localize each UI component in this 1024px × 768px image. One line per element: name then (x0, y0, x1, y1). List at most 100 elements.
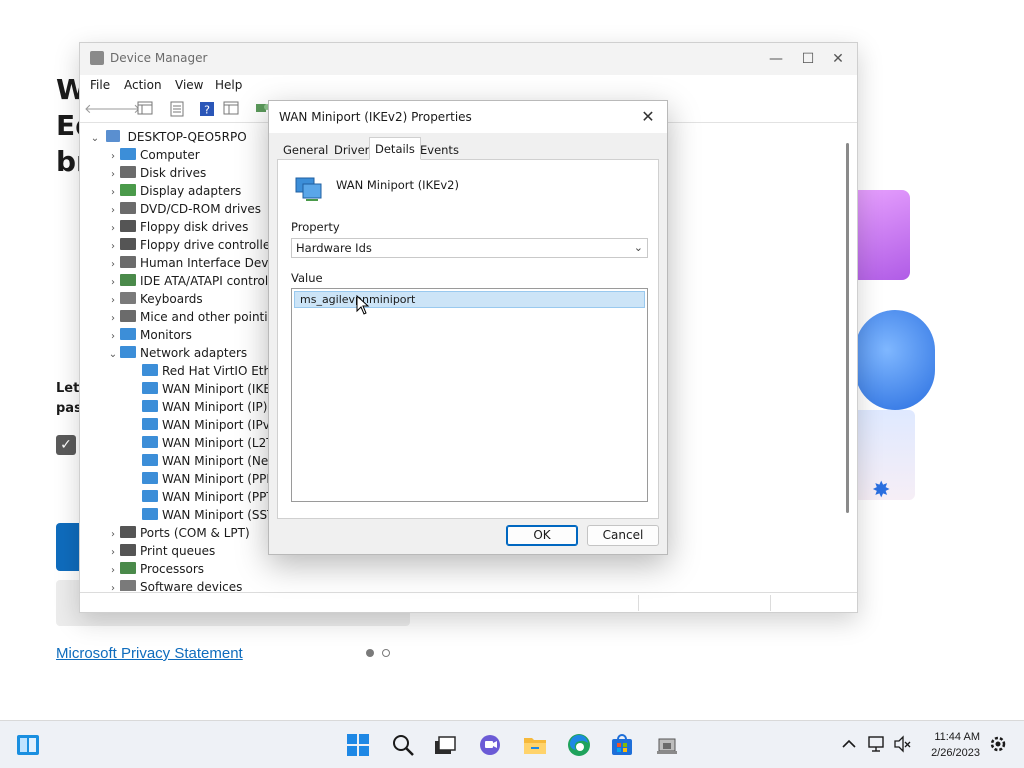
carousel-dot[interactable] (382, 649, 390, 657)
tree-item[interactable]: › Monitors (106, 326, 192, 344)
start-icon[interactable] (346, 733, 370, 757)
edge-browser-icon[interactable] (567, 733, 591, 757)
processor-icon (120, 562, 136, 574)
port-icon (120, 526, 136, 538)
menu-bar: File Action View Help (80, 75, 857, 97)
tree-item[interactable]: › Display adapters (106, 182, 241, 200)
tree-item[interactable]: › Processors (106, 560, 204, 578)
maximize-button[interactable]: ☐ (793, 49, 823, 69)
notification-settings-icon[interactable] (988, 734, 1012, 758)
tree-root[interactable]: ⌄ DESKTOP-QEO5RPO (88, 128, 247, 146)
search-icon[interactable] (391, 733, 415, 757)
tree-item[interactable]: › Keyboards (106, 290, 203, 308)
help-icon[interactable]: ? (198, 101, 216, 119)
network-adapter-icon (142, 382, 158, 394)
network-adapter-icon (142, 400, 158, 412)
network-adapter-icon (142, 490, 158, 502)
expand-chevron-icon[interactable]: › (106, 580, 120, 591)
collapse-chevron-icon[interactable]: ⌄ (88, 130, 102, 148)
property-dropdown[interactable]: Hardware Ids ⌄ (291, 238, 648, 258)
tree-item[interactable]: Red Hat VirtIO Ethern (126, 362, 291, 380)
clock[interactable]: 11:44 AM 2/26/2023 (931, 729, 980, 761)
forward-arrow-icon[interactable]: 🡒 (106, 101, 141, 119)
tree-item[interactable]: › Disk drives (106, 164, 206, 182)
tree-item[interactable]: WAN Miniport (PPTP (126, 488, 281, 506)
floppy-disk-icon (120, 220, 136, 232)
dialog-titlebar[interactable]: WAN Miniport (IKEv2) Properties ✕ (269, 101, 667, 133)
back-arrow-icon[interactable]: 🡐 (84, 101, 119, 119)
tree-item[interactable]: › Software devices (106, 578, 242, 591)
tree-item[interactable]: › Mice and other pointing (106, 308, 283, 326)
tree-item-label: Floppy drive controllers (140, 238, 282, 252)
display-adapter-icon (120, 184, 136, 196)
clock-date: 2/26/2023 (931, 747, 980, 759)
tree-item[interactable]: › DVD/CD-ROM drives (106, 200, 261, 218)
network-adapter-icon (142, 418, 158, 430)
software-device-icon (120, 580, 136, 591)
menu-help[interactable]: Help (215, 78, 242, 92)
menu-view[interactable]: View (175, 78, 203, 92)
mouse-cursor-icon (356, 295, 370, 315)
tree-item-label: WAN Miniport (SSTP (162, 508, 282, 522)
welcome-checkbox[interactable]: ✓ (56, 435, 76, 455)
privacy-statement-link[interactable]: Microsoft Privacy Statement (56, 645, 243, 662)
properties-grid-icon[interactable] (136, 101, 154, 119)
tree-item-label: WAN Miniport (IKEv (162, 382, 279, 396)
device-manager-taskbar-icon[interactable] (655, 733, 679, 757)
tree-item[interactable]: WAN Miniport (Netw (126, 452, 283, 470)
welcome-text-line-2: pas (56, 401, 82, 416)
tree-item[interactable]: › Computer (106, 146, 200, 164)
volume-muted-icon[interactable] (893, 734, 917, 758)
menu-file[interactable]: File (90, 78, 110, 92)
printer-icon (120, 544, 136, 556)
tree-item[interactable]: WAN Miniport (IP) (126, 398, 267, 416)
tree-item[interactable]: ⌄ Network adapters (106, 344, 247, 362)
chevron-up-icon[interactable] (840, 735, 864, 759)
tree-item[interactable]: › Ports (COM & LPT) (106, 524, 250, 542)
minimize-button[interactable]: — (761, 49, 791, 69)
property-dropdown-value: Hardware Ids (296, 241, 372, 255)
tab-general[interactable]: General (277, 139, 335, 160)
network-adapter-icon (142, 364, 158, 376)
tree-item[interactable]: › Print queues (106, 542, 215, 560)
carousel-dot-active[interactable] (366, 649, 374, 657)
tree-item[interactable]: WAN Miniport (SSTP (126, 506, 282, 524)
device-manager-titlebar[interactable]: Device Manager — ☐ ✕ (80, 43, 857, 75)
tab-events[interactable]: Events (414, 139, 465, 160)
tree-item[interactable]: WAN Miniport (IPv6 (126, 416, 277, 434)
cancel-button[interactable]: Cancel (587, 525, 659, 546)
network-icon[interactable] (867, 734, 891, 758)
tree-item[interactable]: › Human Interface Device (106, 254, 286, 272)
clock-time: 11:44 AM (934, 731, 980, 743)
task-view-icon[interactable] (433, 733, 457, 757)
collapse-chevron-icon[interactable]: ⌄ (106, 346, 120, 364)
tree-item[interactable]: › Floppy disk drives (106, 218, 248, 236)
store-icon[interactable] (610, 733, 634, 757)
list-view-icon[interactable] (168, 101, 186, 119)
disk-drive-icon (120, 166, 136, 178)
dialog-close-icon[interactable]: ✕ (635, 105, 661, 129)
tab-details[interactable]: Details (369, 137, 421, 160)
tree-item[interactable]: WAN Miniport (L2TP (126, 434, 281, 452)
tree-item-label: IDE ATA/ATAPI controlle (140, 274, 279, 288)
tree-item[interactable]: › Floppy drive controllers (106, 236, 281, 254)
chat-icon[interactable] (478, 733, 502, 757)
tree-item[interactable]: WAN Miniport (IKEv (126, 380, 278, 398)
details-view-icon[interactable] (222, 101, 240, 119)
menu-action[interactable]: Action (124, 78, 162, 92)
close-button[interactable]: ✕ (823, 49, 853, 69)
details-panel: WAN Miniport (IKEv2) Property Hardware I… (277, 159, 659, 519)
tree-scrollbar[interactable] (846, 143, 849, 513)
tree-item-label: Mice and other pointing (140, 310, 283, 324)
device-manager-app-icon (90, 51, 104, 65)
mouse-icon (120, 310, 136, 322)
svg-text:?: ? (204, 104, 210, 117)
ok-button[interactable]: OK (506, 525, 578, 546)
tree-item[interactable]: WAN Miniport (PPPO (126, 470, 283, 488)
value-list-item[interactable]: ms_agilevpnminiport (294, 291, 645, 308)
file-explorer-icon[interactable] (523, 733, 547, 757)
value-list[interactable]: ms_agilevpnminiport (291, 288, 648, 502)
widgets-icon[interactable] (16, 733, 40, 757)
tree-item[interactable]: › IDE ATA/ATAPI controlle (106, 272, 279, 290)
tree-item-label: WAN Miniport (Netw (162, 454, 283, 468)
